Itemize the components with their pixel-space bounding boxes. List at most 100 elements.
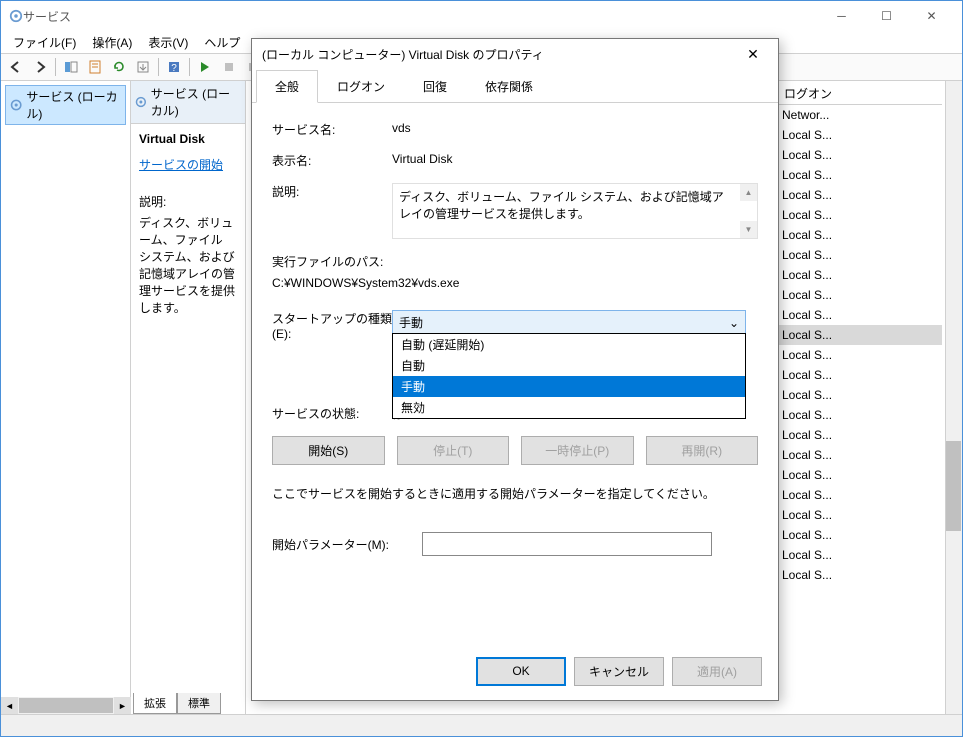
menu-help[interactable]: ヘルプ	[196, 32, 248, 53]
list-item[interactable]: Local S...	[776, 445, 942, 465]
resume-button: 再開(R)	[646, 436, 759, 465]
list-item[interactable]: Local S...	[776, 485, 942, 505]
refresh-button[interactable]	[108, 56, 130, 78]
tab-logon[interactable]: ログオン	[318, 70, 404, 103]
tab-general[interactable]: 全般	[256, 70, 318, 103]
detail-header: サービス (ローカル)	[131, 81, 245, 124]
cancel-button[interactable]: キャンセル	[574, 657, 664, 686]
scroll-left-button[interactable]: ◄	[1, 697, 18, 714]
value-display-name: Virtual Disk	[392, 152, 758, 166]
menu-view[interactable]: 表示(V)	[140, 32, 196, 53]
start-service-button[interactable]	[194, 56, 216, 78]
tab-standard[interactable]: 標準	[177, 693, 221, 714]
start-service-link[interactable]: サービスの開始	[139, 156, 237, 173]
minimize-button[interactable]: ─	[819, 2, 864, 30]
ok-button[interactable]: OK	[476, 657, 566, 686]
dialog-title: (ローカル コンピューター) Virtual Disk のプロパティ	[262, 46, 738, 63]
dropdown-option[interactable]: 自動	[393, 355, 745, 376]
list-item[interactable]: Local S...	[776, 245, 942, 265]
forward-button[interactable]	[29, 56, 51, 78]
help-text: ここでサービスを開始するときに適用する開始パラメーターを指定してください。	[272, 485, 758, 502]
properties-dialog: (ローカル コンピューター) Virtual Disk のプロパティ ✕ 全般 …	[251, 38, 779, 701]
stop-button: 停止(T)	[397, 436, 510, 465]
label-start-param: 開始パラメーター(M):	[272, 536, 422, 553]
maximize-button[interactable]: ☐	[864, 2, 909, 30]
close-button[interactable]: ✕	[909, 2, 954, 30]
list-item[interactable]: Local S...	[776, 405, 942, 425]
label-exe-path: 実行ファイルのパス:	[272, 253, 758, 270]
dropdown-option[interactable]: 無効	[393, 397, 745, 418]
show-hide-tree-button[interactable]	[60, 56, 82, 78]
startup-type-selected: 手動	[399, 314, 423, 331]
export-button[interactable]	[132, 56, 154, 78]
dialog-tabs: 全般 ログオン 回復 依存関係	[252, 69, 778, 103]
value-service-name: vds	[392, 121, 758, 135]
list-item[interactable]: Local S...	[776, 565, 942, 585]
detail-header-label: サービス (ローカル)	[151, 85, 241, 119]
stop-service-button[interactable]	[218, 56, 240, 78]
list-item[interactable]: Local S...	[776, 265, 942, 285]
tree-root[interactable]: サービス (ローカル)	[5, 85, 126, 125]
list-item[interactable]: Local S...	[776, 165, 942, 185]
list-item[interactable]: Local S...	[776, 325, 942, 345]
scrollbar-thumb[interactable]	[946, 441, 961, 531]
label-service-status: サービスの状態:	[272, 405, 392, 422]
horizontal-scrollbar[interactable]: ◄ ►	[1, 697, 131, 714]
service-list[interactable]: Networ...Local S...Local S...Local S...L…	[776, 105, 942, 714]
list-item[interactable]: Local S...	[776, 525, 942, 545]
menu-file[interactable]: ファイル(F)	[5, 32, 84, 53]
detail-pane: サービス (ローカル) Virtual Disk サービスの開始 説明: ディス…	[131, 81, 246, 714]
scroll-right-button[interactable]: ►	[114, 697, 131, 714]
scroll-up-icon[interactable]: ▲	[740, 184, 757, 201]
list-item[interactable]: Local S...	[776, 465, 942, 485]
tab-extended[interactable]: 拡張	[133, 693, 177, 714]
statusbar	[1, 714, 962, 736]
startup-type-dropdown[interactable]: 自動 (遅延開始)自動手動無効	[392, 333, 746, 419]
list-item[interactable]: Local S...	[776, 545, 942, 565]
value-exe-path: C:¥WINDOWS¥System32¥vds.exe	[272, 276, 758, 290]
value-description: ディスク、ボリューム、ファイル システム、および記憶域アレイの管理サービスを提供…	[399, 188, 751, 222]
chevron-down-icon: ⌄	[729, 316, 739, 330]
list-item[interactable]: Local S...	[776, 225, 942, 245]
properties-button[interactable]	[84, 56, 106, 78]
tab-recovery[interactable]: 回復	[404, 70, 466, 103]
dialog-close-button[interactable]: ✕	[738, 46, 768, 63]
vertical-scrollbar[interactable]	[945, 81, 962, 714]
list-item[interactable]: Local S...	[776, 305, 942, 325]
dialog-titlebar[interactable]: (ローカル コンピューター) Virtual Disk のプロパティ ✕	[252, 39, 778, 69]
list-item[interactable]: Local S...	[776, 285, 942, 305]
label-description: 説明:	[272, 183, 392, 200]
list-item[interactable]: Local S...	[776, 205, 942, 225]
column-header-logon[interactable]: ログオン	[776, 81, 942, 105]
help-button[interactable]: ?	[163, 56, 185, 78]
list-item[interactable]: Local S...	[776, 425, 942, 445]
list-item[interactable]: Local S...	[776, 385, 942, 405]
list-item[interactable]: Networ...	[776, 105, 942, 125]
startup-type-select[interactable]: 手動 ⌄	[392, 310, 746, 335]
description-scrollbar[interactable]: ▲ ▼	[740, 184, 757, 238]
dropdown-option[interactable]: 手動	[393, 376, 745, 397]
dropdown-option[interactable]: 自動 (遅延開始)	[393, 334, 745, 355]
list-item[interactable]: Local S...	[776, 125, 942, 145]
apply-button: 適用(A)	[672, 657, 762, 686]
label-service-name: サービス名:	[272, 121, 392, 138]
menu-action[interactable]: 操作(A)	[84, 32, 140, 53]
list-item[interactable]: Local S...	[776, 505, 942, 525]
start-button[interactable]: 開始(S)	[272, 436, 385, 465]
list-item[interactable]: Local S...	[776, 365, 942, 385]
scroll-down-icon[interactable]: ▼	[740, 221, 757, 238]
back-button[interactable]	[5, 56, 27, 78]
label-startup-type: スタートアップの種類(E):	[272, 310, 392, 341]
h-scrollbar-thumb[interactable]	[19, 698, 113, 713]
services-icon	[9, 9, 23, 23]
pause-button: 一時停止(P)	[521, 436, 634, 465]
description-label: 説明:	[139, 193, 237, 210]
window-title: サービス	[23, 8, 819, 25]
svg-text:?: ?	[171, 63, 177, 74]
list-item[interactable]: Local S...	[776, 345, 942, 365]
tree-pane: サービス (ローカル)	[1, 81, 131, 714]
list-item[interactable]: Local S...	[776, 145, 942, 165]
tab-dependencies[interactable]: 依存関係	[466, 70, 552, 103]
list-item[interactable]: Local S...	[776, 185, 942, 205]
start-param-input[interactable]	[422, 532, 712, 556]
